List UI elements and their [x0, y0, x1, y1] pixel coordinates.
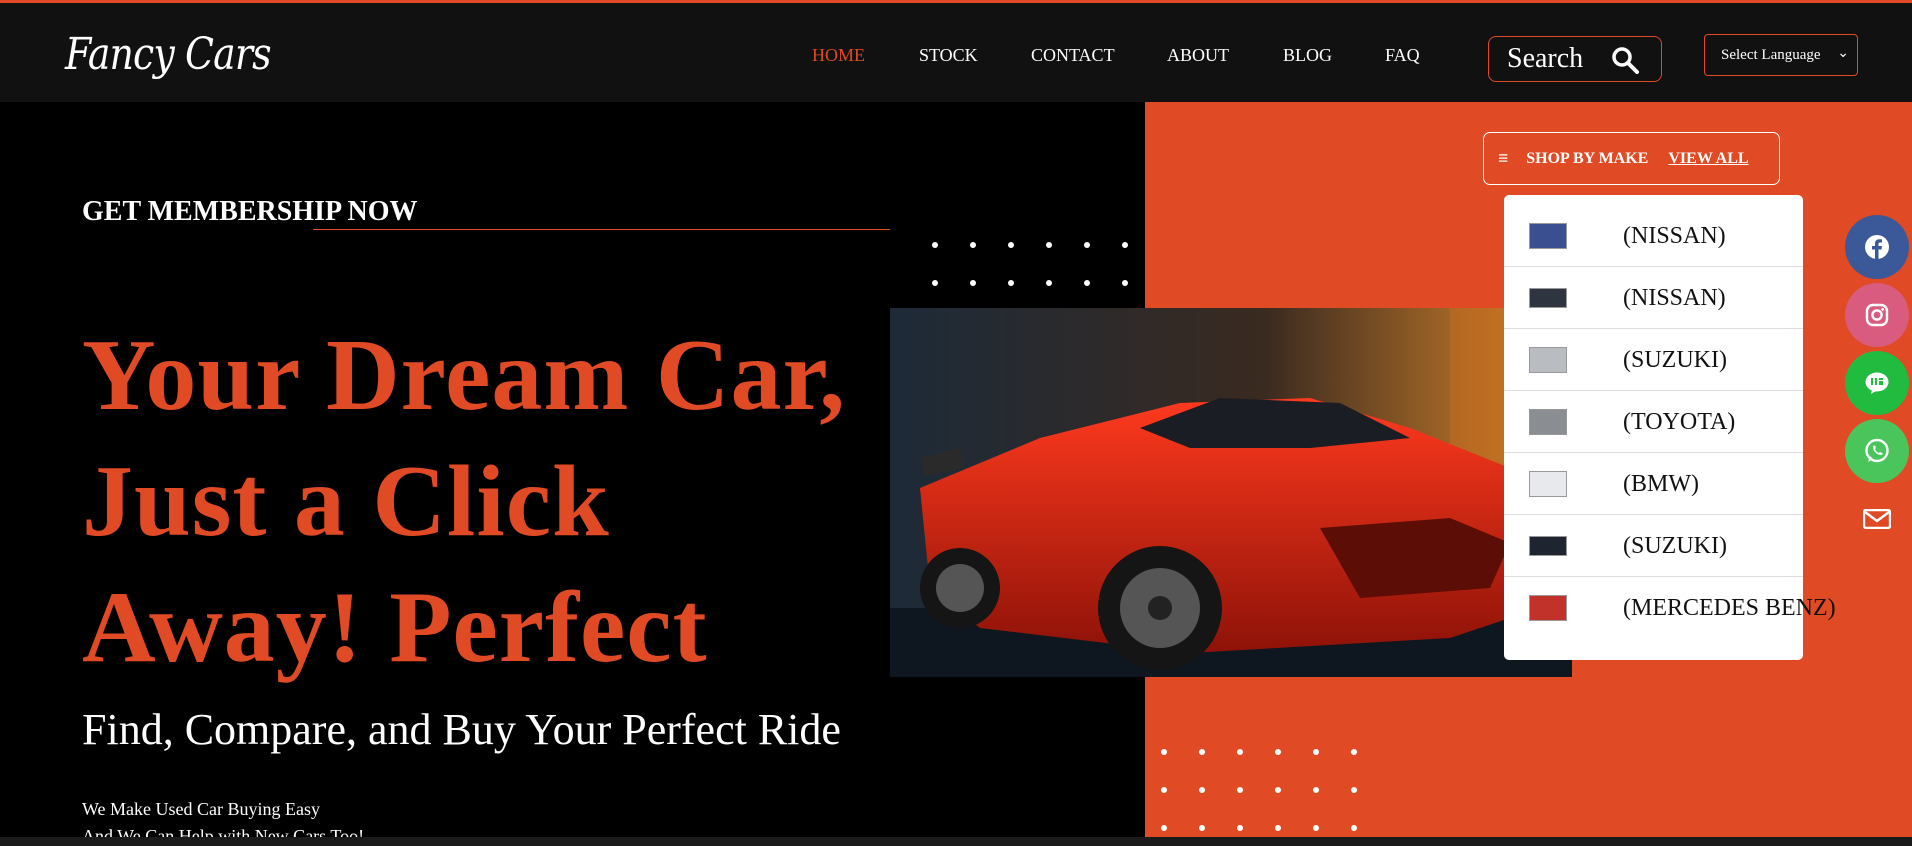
email-button[interactable]: [1845, 487, 1909, 551]
nav-about[interactable]: ABOUT: [1167, 45, 1229, 66]
make-label: (NISSAN): [1623, 223, 1726, 249]
make-item[interactable]: (BMW): [1504, 453, 1803, 515]
make-thumbnail: [1529, 288, 1567, 308]
make-item[interactable]: (SUZUKI): [1504, 329, 1803, 391]
make-thumbnail: [1529, 595, 1567, 621]
headline-line: Just a Click: [82, 445, 610, 558]
make-label: (NISSAN): [1623, 285, 1726, 311]
make-label: (MERCEDES BENZ): [1623, 595, 1836, 621]
make-item[interactable]: (TOYOTA): [1504, 391, 1803, 453]
shop-by-make-dropdown: (NISSAN) (NISSAN) (SUZUKI) (TOYOTA) (BMW…: [1504, 195, 1836, 660]
make-label: (SUZUKI): [1623, 347, 1727, 373]
nav-faq[interactable]: FAQ: [1385, 45, 1420, 66]
bottom-edge-bar: [0, 837, 1912, 846]
nav-blog[interactable]: BLOG: [1283, 45, 1332, 66]
nav-home[interactable]: HOME: [812, 45, 865, 66]
make-label: (SUZUKI): [1623, 533, 1727, 559]
view-all-link[interactable]: VIEW ALL: [1668, 150, 1748, 168]
line-icon: [1865, 372, 1889, 394]
instagram-icon: [1865, 303, 1889, 327]
facebook-icon: [1865, 235, 1889, 260]
shop-by-make-button[interactable]: ≡ SHOP BY MAKE VIEW ALL: [1483, 132, 1780, 185]
language-select-value: Select Language: [1721, 46, 1821, 63]
make-thumbnail: [1529, 536, 1567, 556]
language-select[interactable]: Select Language ⌄: [1704, 34, 1858, 76]
make-item[interactable]: (SUZUKI): [1504, 515, 1803, 577]
make-label: (TOYOTA): [1623, 409, 1736, 435]
chevron-down-icon: ⌄: [1837, 46, 1849, 61]
hero-car-image: [890, 308, 1572, 677]
membership-underline: [313, 229, 890, 230]
whatsapp-icon: [1865, 438, 1889, 463]
make-item[interactable]: (NISSAN): [1504, 267, 1803, 329]
decorative-dots-bottom: [1161, 749, 1389, 831]
nav-stock[interactable]: STOCK: [919, 45, 978, 66]
shop-by-make-title: SHOP BY MAKE: [1526, 149, 1649, 167]
hero-text-line: We Make Used Car Buying Easy: [82, 799, 320, 819]
email-icon: [1863, 509, 1891, 529]
hero-headline: Your Dream Car, Just a Click Away! Perfe…: [82, 313, 882, 691]
headline-line: Your Dream Car,: [82, 319, 846, 432]
site-header: Fancy Cars HOME STOCK CONTACT ABOUT BLOG…: [0, 3, 1912, 102]
nav-contact[interactable]: CONTACT: [1031, 45, 1115, 66]
make-thumbnail: [1529, 223, 1567, 249]
headline-line: Away! Perfect: [82, 571, 708, 684]
make-thumbnail: [1529, 409, 1567, 435]
site-logo[interactable]: Fancy Cars: [65, 29, 272, 80]
make-thumbnail: [1529, 347, 1567, 373]
decorative-dots-top: [932, 242, 1160, 286]
search-button[interactable]: Search: [1488, 36, 1662, 82]
search-icon: [1612, 47, 1639, 74]
hero-subheadline: Find, Compare, and Buy Your Perfect Ride: [82, 705, 841, 754]
instagram-button[interactable]: [1845, 283, 1909, 347]
line-button[interactable]: [1845, 351, 1909, 415]
membership-link[interactable]: GET MEMBERSHIP NOW: [82, 196, 418, 228]
search-label: Search: [1507, 43, 1584, 74]
menu-icon: ≡: [1498, 148, 1509, 168]
facebook-button[interactable]: [1845, 215, 1909, 279]
make-thumbnail: [1529, 471, 1567, 497]
make-label: (BMW): [1623, 471, 1699, 497]
make-item[interactable]: (NISSAN): [1504, 205, 1803, 267]
whatsapp-button[interactable]: [1845, 419, 1909, 483]
make-item[interactable]: (MERCEDES BENZ): [1504, 577, 1836, 639]
